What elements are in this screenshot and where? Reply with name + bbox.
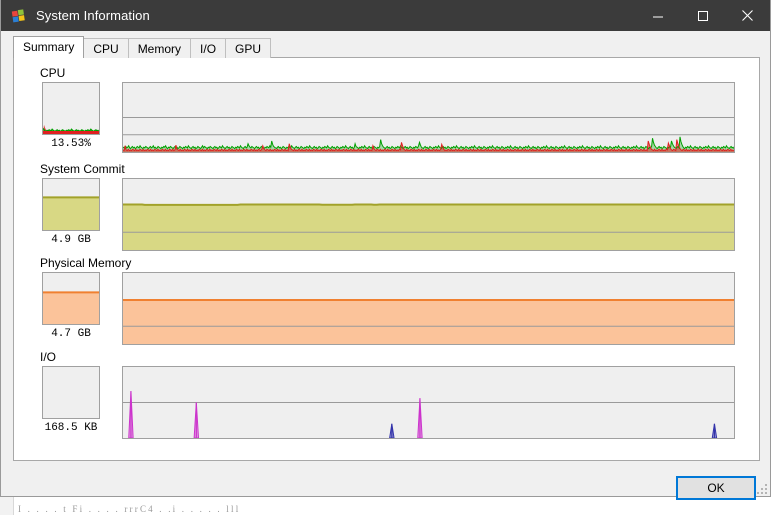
windows-flag-icon — [11, 8, 27, 24]
io-thumbnail-graph — [43, 367, 99, 418]
resize-grip-icon[interactable] — [756, 482, 768, 494]
physical-memory-thumbnail-graph — [43, 273, 99, 324]
tab-bar: Summary CPU Memory I/O GPU — [13, 36, 272, 58]
cpu-value: 13.53% — [51, 138, 91, 150]
cpu-graph[interactable] — [122, 82, 735, 153]
io-graph[interactable] — [122, 366, 735, 439]
tab-label: CPU — [93, 42, 119, 56]
cpu-thumbnail-graph — [43, 83, 99, 134]
tab-memory[interactable]: Memory — [127, 38, 192, 58]
physical-memory-value: 4.7 GB — [51, 328, 91, 340]
maximize-icon[interactable] — [680, 0, 725, 31]
ok-button-label: OK — [707, 481, 725, 495]
physical-memory-graph[interactable] — [122, 272, 735, 345]
io-graph-plot — [123, 367, 734, 438]
tab-io[interactable]: I/O — [190, 38, 227, 58]
physical-memory-thumbnail[interactable] — [42, 272, 100, 325]
close-icon[interactable] — [725, 0, 770, 31]
section-title-system-commit: System Commit — [40, 162, 125, 176]
tab-label: Memory — [137, 42, 182, 56]
title-bar[interactable]: System Information — [1, 0, 770, 31]
system-commit-thumbnail[interactable] — [42, 178, 100, 231]
tab-gpu[interactable]: GPU — [225, 38, 272, 58]
tab-summary[interactable]: Summary — [13, 36, 85, 58]
background-bottom-text: I . . . . t Fi . . . . rrrC4 . .i . . . … — [18, 504, 241, 514]
window-controls — [635, 0, 770, 31]
system-commit-value: 4.9 GB — [51, 234, 91, 246]
window-title: System Information — [36, 8, 150, 23]
tab-label: GPU — [235, 42, 262, 56]
system-commit-thumbnail-graph — [43, 179, 99, 230]
tab-label: I/O — [200, 42, 217, 56]
cpu-thumbnail[interactable] — [42, 82, 100, 135]
io-thumbnail[interactable] — [42, 366, 100, 419]
system-commit-graph-plot — [123, 179, 734, 250]
tab-cpu[interactable]: CPU — [83, 38, 129, 58]
ok-button[interactable]: OK — [676, 476, 756, 500]
io-value: 168.5 KB — [44, 422, 98, 434]
cpu-graph-plot — [123, 83, 734, 152]
physical-memory-graph-plot — [123, 273, 734, 344]
section-title-io: I/O — [40, 350, 57, 364]
tab-label: Summary — [23, 40, 75, 54]
section-title-physical-memory: Physical Memory — [40, 256, 132, 270]
section-title-cpu: CPU — [40, 66, 66, 80]
system-information-window: System Information Summary CPU Memory I/… — [0, 0, 771, 500]
minimize-icon[interactable] — [635, 0, 680, 31]
summary-tab-page: CPU 13.53% System Commit 4.9 GB Physical… — [13, 57, 760, 461]
system-commit-graph[interactable] — [122, 178, 735, 251]
